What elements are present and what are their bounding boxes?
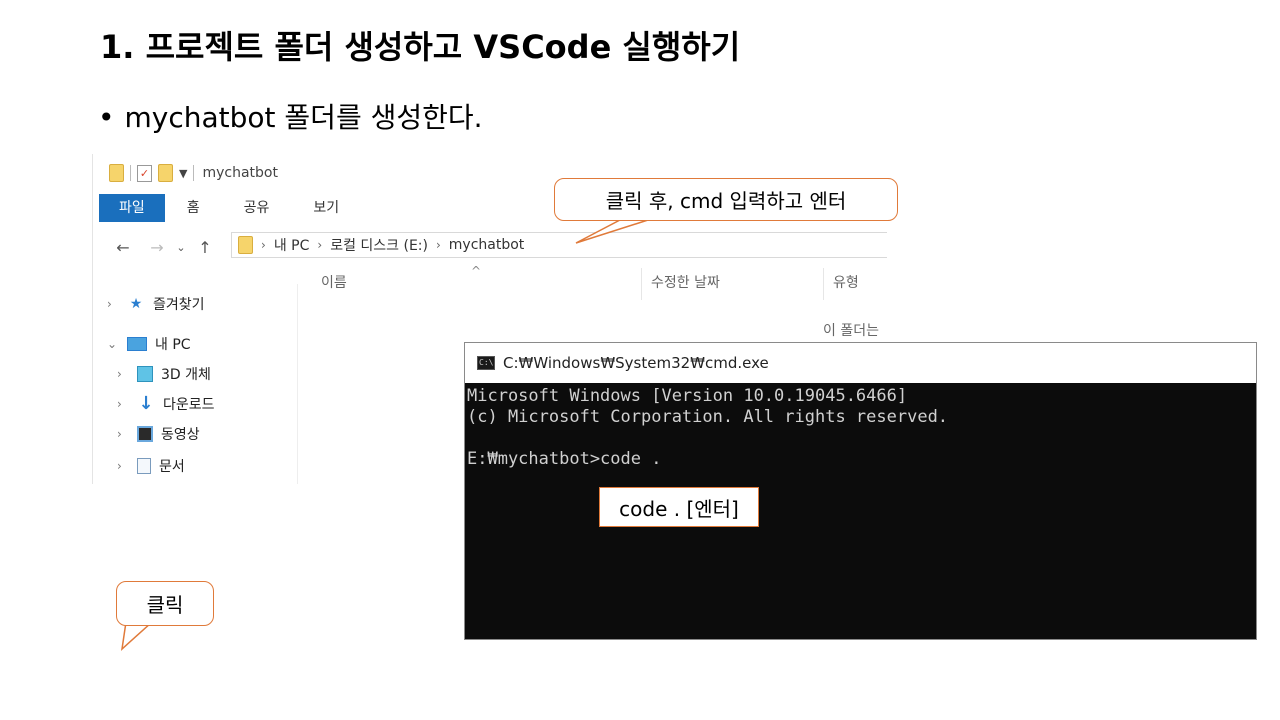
star-icon: ★ — [129, 296, 143, 312]
expand-chevron-icon[interactable]: › — [117, 397, 129, 411]
expand-chevron-icon[interactable]: › — [117, 427, 129, 441]
column-divider[interactable] — [641, 268, 642, 300]
column-header-date-modified[interactable]: 수정한 날짜 — [651, 272, 720, 292]
column-divider[interactable] — [823, 268, 824, 300]
nav-item-label: 3D 개체 — [161, 367, 211, 383]
new-folder-icon[interactable] — [158, 164, 173, 182]
column-header-type[interactable]: 유형 — [833, 272, 859, 292]
console-line: Microsoft Windows [Version 10.0.19045.64… — [467, 386, 908, 406]
slide-bullet: • mychatbot 폴더를 생성한다. — [98, 96, 483, 136]
column-header-name[interactable]: 이름 — [321, 272, 347, 292]
nav-item-documents[interactable]: › 문서 — [117, 456, 185, 476]
navigation-bar: ← → ⌄ ↑ › 내 PC › 로컬 디스크 (E:) › mychatbot — [93, 232, 887, 262]
console-prompt-line[interactable]: E:₩mychatbot>code . — [467, 449, 1256, 470]
folder-icon[interactable] — [109, 164, 124, 182]
console-output[interactable]: Microsoft Windows [Version 10.0.19045.64… — [465, 383, 1256, 470]
download-icon: ↓ — [138, 393, 154, 414]
chevron-right-icon[interactable]: › — [261, 238, 266, 252]
nav-item-3d-objects[interactable]: › 3D 개체 — [117, 364, 211, 384]
expand-chevron-icon[interactable]: › — [117, 459, 129, 473]
empty-folder-message: 이 폴더는 — [823, 323, 879, 339]
ribbon-tab-view[interactable]: 보기 — [291, 194, 361, 222]
expand-chevron-icon[interactable]: › — [107, 297, 119, 311]
properties-icon[interactable]: ✓ — [137, 164, 152, 182]
ribbon-tabs: 파일 홈 공유 보기 — [99, 194, 361, 222]
up-arrow-icon[interactable]: ↑ — [193, 238, 217, 257]
pc-icon — [127, 337, 147, 351]
navigation-pane: › ★ 즐겨찾기 ⌄ 내 PC › 3D 개체 › ↓ 다운로드 › 동영상 ›… — [93, 284, 298, 484]
nav-item-label: 문서 — [159, 459, 185, 475]
explorer-window-title: mychatbot — [202, 165, 278, 181]
click-callout-pointer — [120, 621, 154, 651]
recent-locations-chevron-icon[interactable]: ⌄ — [169, 241, 193, 254]
bullet-text: mychatbot 폴더를 생성한다. — [124, 101, 483, 134]
nav-item-this-pc[interactable]: ⌄ 내 PC — [107, 334, 191, 354]
forward-arrow-icon[interactable]: → — [145, 238, 169, 257]
nav-item-favorites[interactable]: › ★ 즐겨찾기 — [107, 294, 205, 314]
collapse-chevron-icon[interactable]: ⌄ — [107, 337, 119, 351]
bullet-dot: • — [98, 101, 115, 134]
console-icon: C:\ — [477, 356, 495, 370]
nav-item-videos[interactable]: › 동영상 — [117, 424, 200, 444]
code-command-callout: code . [엔터] — [599, 487, 759, 527]
cmd-window-title: C:₩Windows₩System32₩cmd.exe — [503, 354, 769, 372]
sort-up-icon: ^ — [471, 264, 482, 278]
nav-item-label: 동영상 — [161, 427, 200, 443]
document-icon — [137, 458, 151, 474]
quick-access-toolbar: ✓ ▼ mychatbot — [109, 162, 278, 184]
path-segment-this-pc[interactable]: 내 PC — [274, 235, 310, 255]
toolbar-separator — [130, 165, 131, 181]
slide-title: 1. 프로젝트 폴더 생성하고 VSCode 실행하기 — [100, 28, 741, 66]
console-line: (c) Microsoft Corporation. All rights re… — [467, 407, 949, 427]
nav-item-label: 즐겨찾기 — [153, 297, 205, 313]
cube-icon — [137, 366, 153, 382]
click-callout: 클릭 — [116, 581, 214, 626]
address-folder-icon — [238, 236, 253, 254]
toolbar-separator — [193, 165, 195, 181]
nav-item-label: 다운로드 — [163, 397, 215, 413]
path-segment-local-disk[interactable]: 로컬 디스크 (E:) — [330, 235, 428, 255]
expand-chevron-icon[interactable]: › — [117, 367, 129, 381]
ribbon-tab-share[interactable]: 공유 — [222, 194, 292, 222]
ribbon-tab-home[interactable]: 홈 — [165, 194, 222, 222]
customize-toolbar-icon[interactable]: ▼ — [179, 167, 187, 180]
video-icon — [137, 426, 153, 442]
path-segment-mychatbot[interactable]: mychatbot — [449, 237, 525, 253]
address-bar[interactable]: › 내 PC › 로컬 디스크 (E:) › mychatbot — [231, 232, 887, 258]
cmd-window[interactable]: C:\ C:₩Windows₩System32₩cmd.exe Microsof… — [464, 342, 1257, 640]
nav-item-downloads[interactable]: › ↓ 다운로드 — [117, 394, 215, 414]
nav-item-label: 내 PC — [155, 337, 191, 353]
cmd-title-bar[interactable]: C:\ C:₩Windows₩System32₩cmd.exe — [465, 343, 1256, 383]
chevron-right-icon[interactable]: › — [436, 238, 441, 252]
back-arrow-icon[interactable]: ← — [111, 238, 135, 257]
address-bar-callout: 클릭 후, cmd 입력하고 엔터 — [554, 178, 898, 221]
ribbon-tab-file[interactable]: 파일 — [99, 194, 165, 222]
chevron-right-icon[interactable]: › — [317, 238, 322, 252]
